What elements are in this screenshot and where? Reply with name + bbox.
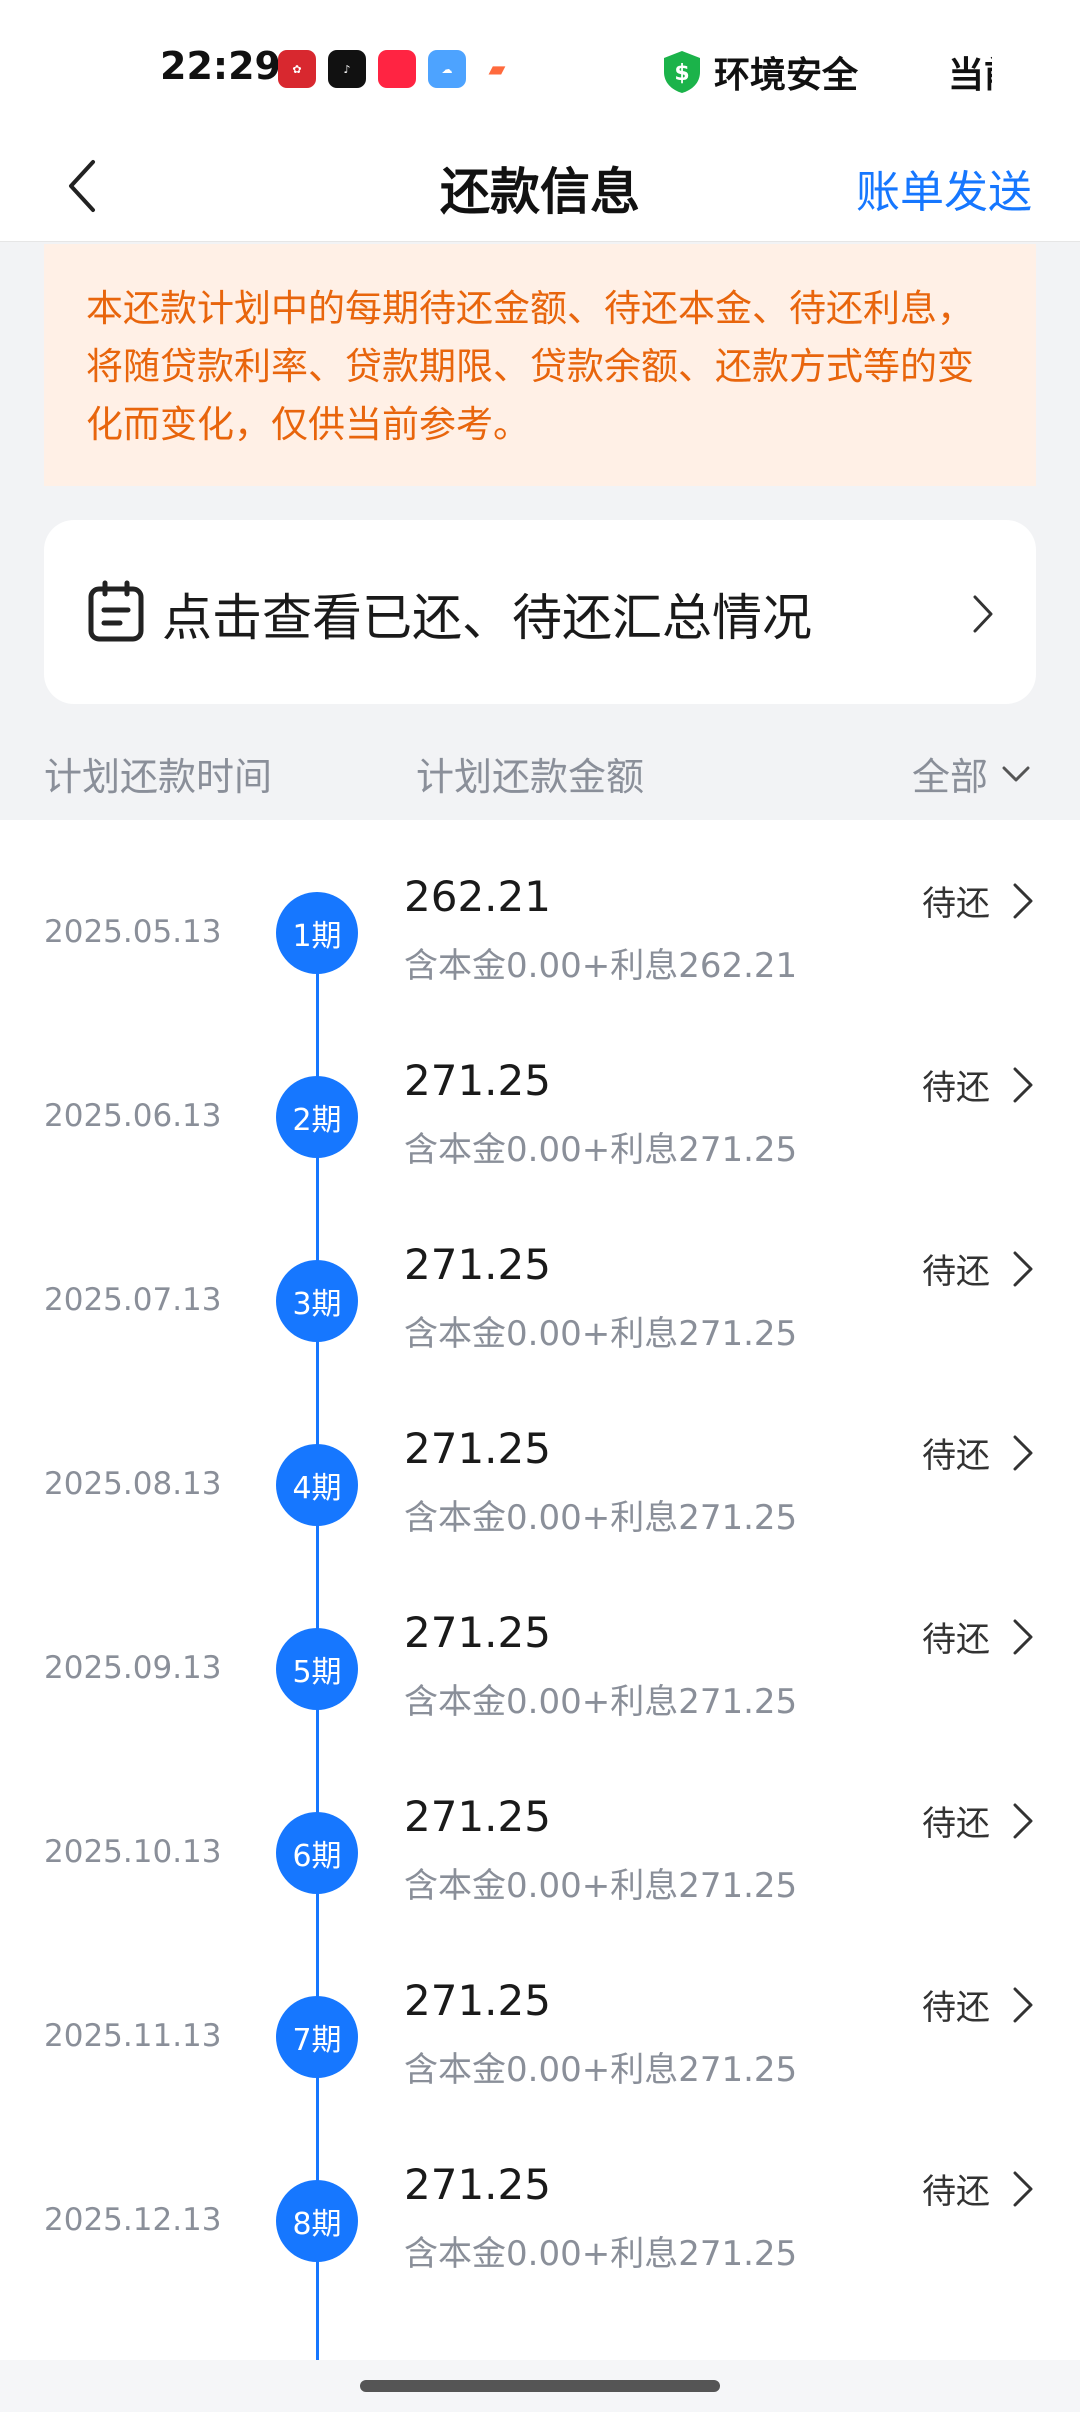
table-row[interactable]: 2025.05.13 1期 262.21 含本金0.00+利息262.21 待还: [0, 820, 1080, 1004]
chevron-right-icon: [1013, 1067, 1033, 1103]
screen: 22:29 ✿ ♪ ☁ ▰ $ 环境安全 当前 还款信息 账单发送 本还款计划中…: [0, 0, 1080, 2412]
row-amount: 271.25: [404, 1976, 551, 2025]
row-status: 待还: [922, 884, 990, 924]
period-badge: 8期: [276, 2180, 358, 2262]
table-row[interactable]: 2025.08.13 4期 271.25 含本金0.00+利息271.25 待还: [0, 1372, 1080, 1556]
row-amount: 271.25: [404, 1792, 551, 1841]
row-detail: 含本金0.00+利息262.21: [404, 946, 798, 986]
table-row[interactable]: 2025.07.13 3期 271.25 含本金0.00+利息271.25 待还: [0, 1188, 1080, 1372]
status-time: 22:29: [160, 44, 281, 88]
home-indicator[interactable]: [360, 2380, 720, 2392]
chevron-right-icon: [1013, 1987, 1033, 2023]
row-date: 2025.07.13: [44, 1282, 222, 1318]
row-amount: 262.21: [404, 872, 551, 921]
chevron-down-icon: [1002, 766, 1030, 781]
security-text: 环境安全: [714, 55, 859, 96]
weather-app-icon: ☁: [428, 50, 466, 88]
table-row[interactable]: 2025.10.13 6期 271.25 含本金0.00+利息271.25 待还: [0, 1740, 1080, 1924]
notice-banner: 本还款计划中的每期待还金额、待还本金、待还利息，将随贷款利率、贷款期限、贷款余额…: [44, 244, 1036, 486]
row-detail: 含本金0.00+利息271.25: [404, 1498, 798, 1538]
send-bill-button[interactable]: 账单发送: [856, 156, 1032, 220]
row-amount: 271.25: [404, 1056, 551, 1105]
table-row[interactable]: 2025.12.13 8期 271.25 含本金0.00+利息271.25 待还: [0, 2108, 1080, 2292]
chevron-right-icon: [1013, 883, 1033, 919]
row-status: 待还: [922, 2172, 990, 2212]
row-status: 待还: [922, 1804, 990, 1844]
row-amount: 271.25: [404, 2160, 551, 2209]
period-badge: 6期: [276, 1812, 358, 1894]
summary-card[interactable]: 点击查看已还、待还汇总情况: [44, 520, 1036, 704]
game-app-icon: ▰: [478, 50, 516, 88]
period-badge: 4期: [276, 1444, 358, 1526]
tiktok-app-icon: ♪: [328, 50, 366, 88]
row-status: 待还: [922, 1620, 990, 1660]
row-date: 2025.05.13: [44, 914, 222, 950]
row-detail: 含本金0.00+利息271.25: [404, 2234, 798, 2274]
summary-label: 点击查看已还、待还汇总情况: [162, 589, 812, 647]
chevron-right-icon: [1013, 1251, 1033, 1287]
security-badge: $ 环境安全: [662, 46, 858, 98]
chevron-right-icon: [1013, 2171, 1033, 2207]
row-amount: 271.25: [404, 1608, 551, 1657]
chevron-right-icon: [1013, 1435, 1033, 1471]
notice-text: 本还款计划中的每期待还金额、待还本金、待还利息，将随贷款利率、贷款期限、贷款余额…: [86, 287, 974, 446]
filter-dropdown[interactable]: 全部: [912, 746, 1030, 801]
clipboard-icon: [88, 580, 144, 642]
period-badge: 2期: [276, 1076, 358, 1158]
row-date: 2025.06.13: [44, 1098, 222, 1134]
row-date: 2025.10.13: [44, 1834, 222, 1870]
row-date: 2025.08.13: [44, 1466, 222, 1502]
row-detail: 含本金0.00+利息271.25: [404, 1682, 798, 1722]
table-row[interactable]: 2025.06.13 2期 271.25 含本金0.00+利息271.25 待还: [0, 1004, 1080, 1188]
row-date: 2025.12.13: [44, 2202, 222, 2238]
row-status: 待还: [922, 1068, 990, 1108]
xiaohongshu-app-icon: [378, 50, 416, 88]
row-date: 2025.09.13: [44, 1650, 222, 1686]
table-row[interactable]: 2025.09.13 5期 271.25 含本金0.00+利息271.25 待还: [0, 1556, 1080, 1740]
status-bar: 22:29 ✿ ♪ ☁ ▰ $ 环境安全 当前: [0, 0, 1080, 130]
chevron-right-icon: [1013, 1619, 1033, 1655]
row-status: 待还: [922, 1436, 990, 1476]
filter-label: 全部: [911, 755, 988, 799]
row-amount: 271.25: [404, 1424, 551, 1473]
svg-text:$: $: [674, 61, 689, 86]
chevron-right-icon: [973, 595, 993, 633]
period-badge: 1期: [276, 892, 358, 974]
table-row[interactable]: 2025.11.13 7期 271.25 含本金0.00+利息271.25 待还: [0, 1924, 1080, 2108]
row-detail: 含本金0.00+利息271.25: [404, 2050, 798, 2090]
row-status: 待还: [922, 1988, 990, 2028]
toutiao-app-icon: ✿: [278, 50, 316, 88]
header-plan-time: 计划还款时间: [44, 755, 273, 799]
status-right-text: 当前: [948, 55, 992, 96]
nav-bar: 还款信息 账单发送: [0, 130, 1080, 242]
row-amount: 271.25: [404, 1240, 551, 1289]
notification-icons: ✿ ♪ ☁ ▰: [278, 50, 516, 88]
list-header: 计划还款时间 计划还款金额 全部: [0, 740, 1080, 820]
period-badge: 3期: [276, 1260, 358, 1342]
repayment-list: 2025.05.13 1期 262.21 含本金0.00+利息262.21 待还 2025…: [0, 820, 1080, 2372]
row-detail: 含本金0.00+利息271.25: [404, 1314, 798, 1354]
row-detail: 含本金0.00+利息271.25: [404, 1130, 798, 1170]
row-status: 待还: [922, 1252, 990, 1292]
header-plan-amount: 计划还款金额: [416, 755, 645, 799]
chevron-right-icon: [1013, 1803, 1033, 1839]
period-badge: 7期: [276, 1996, 358, 2078]
shield-icon: $: [664, 51, 700, 93]
row-date: 2025.11.13: [44, 2018, 222, 2054]
period-badge: 5期: [276, 1628, 358, 1710]
row-detail: 含本金0.00+利息271.25: [404, 1866, 798, 1906]
